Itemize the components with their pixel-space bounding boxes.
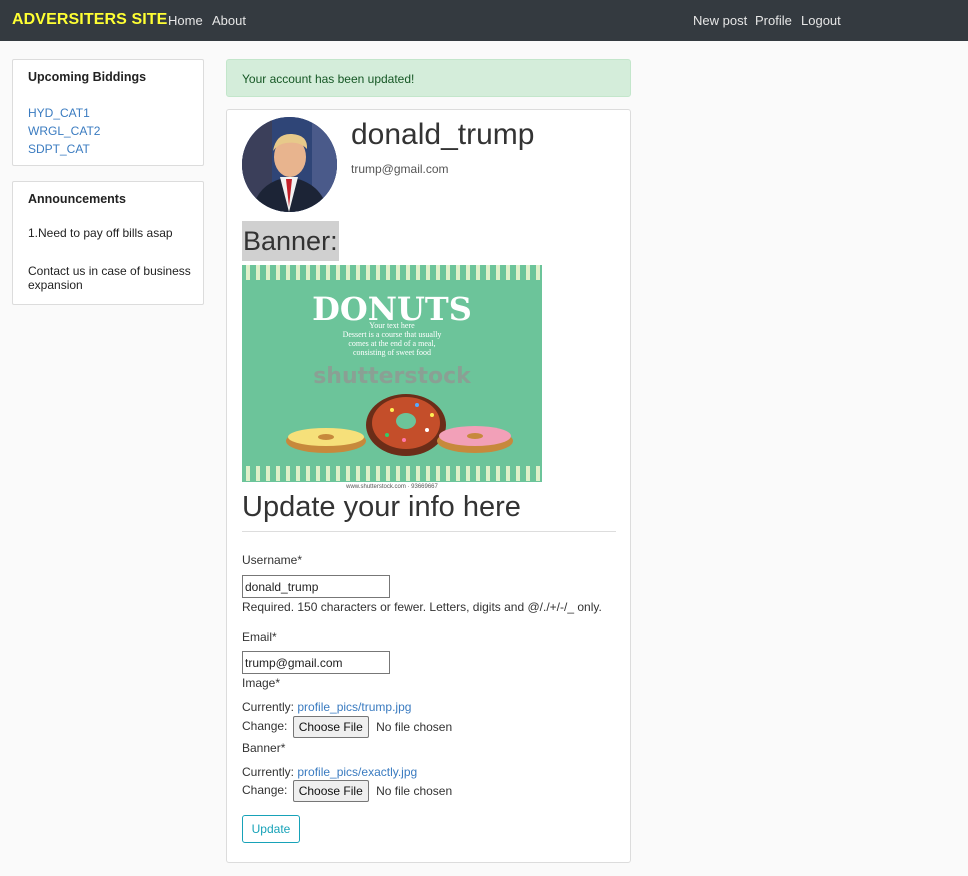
top-navbar: ADVERSITERS SITE Home About New post Pro… <box>0 0 968 41</box>
banner-body-line: comes at the end of a meal, <box>348 339 435 348</box>
announcement-item: 1.Need to pay off bills asap <box>28 226 173 240</box>
form-divider <box>242 531 616 532</box>
image-current-file-link[interactable]: profile_pics/trump.jpg <box>297 700 411 714</box>
banner-footer: www.shutterstock.com · 93669667 <box>345 484 438 490</box>
banner-currently-label: Currently: <box>242 765 295 779</box>
nav-home-link[interactable]: Home <box>168 13 203 28</box>
username-label: Username* <box>242 553 303 567</box>
nav-logout-link[interactable]: Logout <box>801 13 841 28</box>
nav-profile-link[interactable]: Profile <box>755 13 792 28</box>
banner-body-line: Dessert is a course that usually <box>343 330 442 339</box>
banner-choose-file-button[interactable]: Choose File <box>292 780 369 802</box>
image-currently-row: Currently: profile_pics/trump.jpg <box>242 700 411 714</box>
image-no-file-text: No file chosen <box>376 720 453 734</box>
banner-field-label: Banner* <box>242 741 286 755</box>
banner-watermark: shutterstock <box>313 364 472 389</box>
banner-body-line: consisting of sweet food <box>353 348 431 357</box>
image-currently-label: Currently: <box>242 700 295 714</box>
bidding-link[interactable]: WRGL_CAT2 <box>28 124 100 138</box>
announcement-item: Contact us in case of business expansion <box>28 264 191 292</box>
email-input[interactable] <box>242 651 390 674</box>
banner-label: Banner: <box>242 221 339 261</box>
image-label: Image* <box>242 676 281 690</box>
announcements-card: Announcements 1.Need to pay off bills as… <box>12 181 204 305</box>
profile-card: donald_trump trump@gmail.com Banner: DON… <box>226 109 631 863</box>
nav-new-post-link[interactable]: New post <box>693 13 747 28</box>
profile-email: trump@gmail.com <box>351 162 449 176</box>
username-input[interactable] <box>242 575 390 598</box>
nav-about-link[interactable]: About <box>212 13 246 28</box>
banner-change-row: Change: Choose File No file chosen <box>242 780 452 802</box>
image-change-row: Change: Choose File No file chosen <box>242 716 452 738</box>
banner-currently-row: Currently: profile_pics/exactly.jpg <box>242 765 417 779</box>
banner-body-line: Your text here <box>369 321 415 330</box>
form-title: Update your info here <box>242 491 521 523</box>
profile-avatar <box>242 117 337 212</box>
banner-current-file-link[interactable]: profile_pics/exactly.jpg <box>297 765 417 779</box>
success-alert: Your account has been updated! <box>226 59 631 97</box>
image-choose-file-button[interactable]: Choose File <box>292 716 369 738</box>
banner-no-file-text: No file chosen <box>376 784 453 798</box>
success-alert-message: Your account has been updated! <box>242 72 415 86</box>
username-help-text: Required. 150 characters or fewer. Lette… <box>242 600 602 614</box>
bidding-link[interactable]: HYD_CAT1 <box>28 106 90 120</box>
image-change-label: Change: <box>242 719 288 734</box>
upcoming-biddings-card: Upcoming Biddings HYD_CAT1 WRGL_CAT2 SDP… <box>12 59 204 166</box>
update-button[interactable]: Update <box>242 815 300 843</box>
site-brand[interactable]: ADVERSITERS SITE <box>12 11 167 29</box>
bidding-link[interactable]: SDPT_CAT <box>28 142 90 156</box>
banner-change-label: Change: <box>242 783 288 798</box>
announcements-title: Announcements <box>28 192 126 206</box>
profile-username: donald_trump <box>351 118 535 151</box>
upcoming-biddings-title: Upcoming Biddings <box>28 70 147 84</box>
email-label: Email* <box>242 630 277 644</box>
banner-image: DONUTS Your text here Dessert is a cours… <box>242 265 542 490</box>
